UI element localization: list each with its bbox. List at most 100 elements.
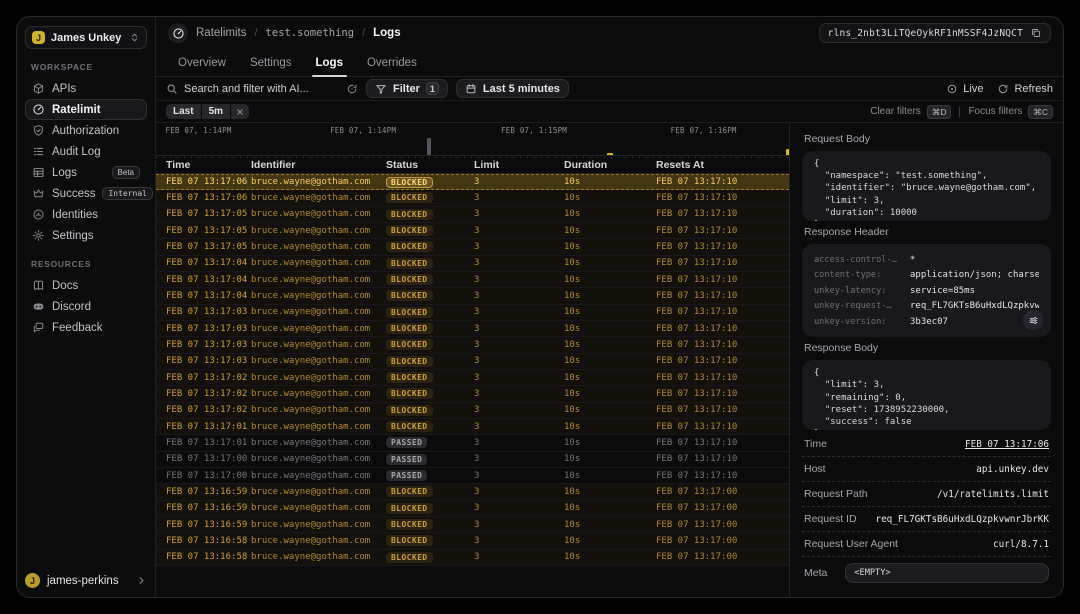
sidebar-item-feedback[interactable]: Feedback <box>25 317 147 338</box>
sidebar-item-logs[interactable]: Logs Beta <box>25 162 147 183</box>
focus-filters-label[interactable]: Focus filters <box>968 106 1022 117</box>
sidebar-item-label: Logs <box>52 167 77 179</box>
namespace-id-pill[interactable]: rlns_2nbt3LiTQeOykRF1nMSSF4JzNQCT <box>819 23 1051 43</box>
cell-status: BLOCKED <box>386 405 474 416</box>
cell-duration: 10s <box>564 258 656 268</box>
cell-identifier: bruce.wayne@gotham.com <box>251 389 386 399</box>
meta-value: /v1/ratelimits.limit <box>937 489 1049 500</box>
log-row[interactable]: FEB 07 13:17:05bruce.wayne@gotham.comBLO… <box>156 223 789 239</box>
app-window: J James Unkey WORKSPACEAPIsRatelimitAuth… <box>16 16 1064 598</box>
remove-filter-icon[interactable] <box>231 104 249 119</box>
log-row[interactable]: FEB 07 13:17:00bruce.wayne@gotham.comPAS… <box>156 452 789 468</box>
log-row[interactable]: FEB 07 13:17:04bruce.wayne@gotham.comBLO… <box>156 288 789 304</box>
sidebar-item-ratelimit[interactable]: Ratelimit <box>25 99 147 120</box>
breadcrumb-separator: / <box>362 27 365 39</box>
log-row[interactable]: FEB 07 13:16:59bruce.wayne@gotham.comBLO… <box>156 484 789 500</box>
log-row[interactable]: FEB 07 13:17:01bruce.wayne@gotham.comBLO… <box>156 419 789 435</box>
log-row[interactable]: FEB 07 13:17:02bruce.wayne@gotham.comBLO… <box>156 386 789 402</box>
live-radio-icon <box>946 83 958 95</box>
cell-time: FEB 07 13:16:58 <box>166 536 251 546</box>
log-row[interactable]: FEB 07 13:17:03bruce.wayne@gotham.comBLO… <box>156 305 789 321</box>
cell-status: BLOCKED <box>386 519 474 530</box>
cell-time: FEB 07 13:17:04 <box>166 258 251 268</box>
ratelimit-logo-icon <box>168 23 188 43</box>
header-row: access-control-…* <box>814 252 1039 268</box>
clear-filters-label[interactable]: Clear filters <box>870 106 921 117</box>
time-range-button[interactable]: Last 5 minutes <box>456 79 569 98</box>
sidebar-item-discord[interactable]: Discord <box>25 296 147 317</box>
log-row[interactable]: FEB 07 13:17:05bruce.wayne@gotham.comBLO… <box>156 239 789 255</box>
cell-status: BLOCKED <box>386 258 474 269</box>
tab-logs[interactable]: Logs <box>306 49 353 76</box>
log-row[interactable]: FEB 07 13:17:03bruce.wayne@gotham.comBLO… <box>156 337 789 353</box>
cell-identifier: bruce.wayne@gotham.com <box>251 422 386 432</box>
cell-duration: 10s <box>564 373 656 383</box>
cell-resets-at: FEB 07 13:17:10 <box>656 356 789 366</box>
status-badge: BLOCKED <box>386 192 433 203</box>
cell-resets-at: FEB 07 13:17:00 <box>656 552 789 562</box>
sidebar-item-label: Ratelimit <box>52 104 101 116</box>
sidebar-item-label: Identities <box>52 209 98 221</box>
cell-identifier: bruce.wayne@gotham.com <box>251 471 386 481</box>
sidebar-item-docs[interactable]: Docs <box>25 275 147 296</box>
log-row[interactable]: FEB 07 13:17:02bruce.wayne@gotham.comBLO… <box>156 403 789 419</box>
sidebar-badge: Beta <box>112 166 140 179</box>
format-toggle-button[interactable] <box>1023 310 1043 330</box>
log-row[interactable]: FEB 07 13:17:00bruce.wayne@gotham.comPAS… <box>156 468 789 484</box>
log-row[interactable]: FEB 07 13:17:02bruce.wayne@gotham.comBLO… <box>156 370 789 386</box>
log-row[interactable]: FEB 07 13:16:59bruce.wayne@gotham.comBLO… <box>156 501 789 517</box>
refresh-button[interactable]: Refresh <box>997 83 1053 95</box>
user-menu[interactable]: J james-perkins <box>25 573 147 588</box>
status-badge: BLOCKED <box>386 421 433 432</box>
meta-value: curl/8.7.1 <box>993 539 1049 550</box>
code-line: "namespace": "test.something", <box>814 170 1039 182</box>
cell-time: FEB 07 13:17:00 <box>166 471 251 481</box>
sidebar-item-settings[interactable]: Settings <box>25 225 147 246</box>
tab-settings[interactable]: Settings <box>240 49 302 76</box>
log-row[interactable]: FEB 07 13:17:03bruce.wayne@gotham.comBLO… <box>156 354 789 370</box>
code-line: "identifier": "bruce.wayne@gotham.com", <box>814 182 1039 194</box>
sidebar-item-apis[interactable]: APIs <box>25 78 147 99</box>
cell-identifier: bruce.wayne@gotham.com <box>251 258 386 268</box>
code-line: "limit": 3, <box>814 195 1039 207</box>
log-row[interactable]: FEB 07 13:16:58bruce.wayne@gotham.comBLO… <box>156 533 789 549</box>
workspace-switcher[interactable]: J James Unkey <box>25 26 147 49</box>
breadcrumb-ratelimits[interactable]: Ratelimits <box>196 27 246 39</box>
sidebar-item-identities[interactable]: Identities <box>25 204 147 225</box>
search-box[interactable] <box>166 83 338 95</box>
filter-pill-field[interactable]: Last <box>166 104 201 119</box>
tab-overview[interactable]: Overview <box>168 49 236 76</box>
meta-row-time: TimeFEB 07 13:17:06 <box>802 432 1051 457</box>
meta-row-host: Hostapi.unkey.dev <box>802 457 1051 482</box>
cell-resets-at: FEB 07 13:17:10 <box>656 373 789 383</box>
events-timeline-chart[interactable]: FEB 07, 1:14PMFEB 07, 1:14PMFEB 07, 1:15… <box>156 123 789 156</box>
sidebar-item-label: Docs <box>52 280 78 292</box>
copy-icon[interactable] <box>1030 27 1042 39</box>
cell-identifier: bruce.wayne@gotham.com <box>251 291 386 301</box>
log-row[interactable]: FEB 07 13:16:58bruce.wayne@gotham.comBLO… <box>156 550 789 566</box>
live-toggle[interactable]: Live <box>946 83 983 95</box>
breadcrumb-namespace[interactable]: test.something <box>266 27 355 39</box>
log-row[interactable]: FEB 07 13:17:01bruce.wayne@gotham.comPAS… <box>156 435 789 451</box>
query-history-icon[interactable] <box>346 83 358 95</box>
sidebar-item-audit-log[interactable]: Audit Log <box>25 141 147 162</box>
log-row[interactable]: FEB 07 13:17:04bruce.wayne@gotham.comBLO… <box>156 256 789 272</box>
header-row: unkey-request-…req_FL7GKTsB6uHxdLQzpkvwn… <box>814 298 1039 314</box>
log-row[interactable]: FEB 07 13:16:59bruce.wayne@gotham.comBLO… <box>156 517 789 533</box>
log-row[interactable]: FEB 07 13:17:03bruce.wayne@gotham.comBLO… <box>156 321 789 337</box>
calendar-icon <box>465 83 477 95</box>
cell-status: BLOCKED <box>386 307 474 318</box>
sidebar-item-success[interactable]: SuccessInternal <box>25 183 147 204</box>
header-row: unkey-version:3b3ec07 <box>814 314 1039 330</box>
log-row[interactable]: FEB 07 13:17:05bruce.wayne@gotham.comBLO… <box>156 207 789 223</box>
search-input[interactable] <box>184 83 332 95</box>
cell-time: FEB 07 13:16:59 <box>166 503 251 513</box>
sidebar-item-authorization[interactable]: Authorization <box>25 120 147 141</box>
tab-overrides[interactable]: Overrides <box>357 49 427 76</box>
filter-button[interactable]: Filter 1 <box>366 79 448 98</box>
cell-duration: 10s <box>564 389 656 399</box>
log-row[interactable]: FEB 07 13:17:06bruce.wayne@gotham.comBLO… <box>156 190 789 206</box>
filter-pill-value[interactable]: 5m <box>202 104 230 119</box>
log-row[interactable]: FEB 07 13:17:04bruce.wayne@gotham.comBLO… <box>156 272 789 288</box>
log-row[interactable]: FEB 07 13:17:06bruce.wayne@gotham.comBLO… <box>156 174 789 190</box>
